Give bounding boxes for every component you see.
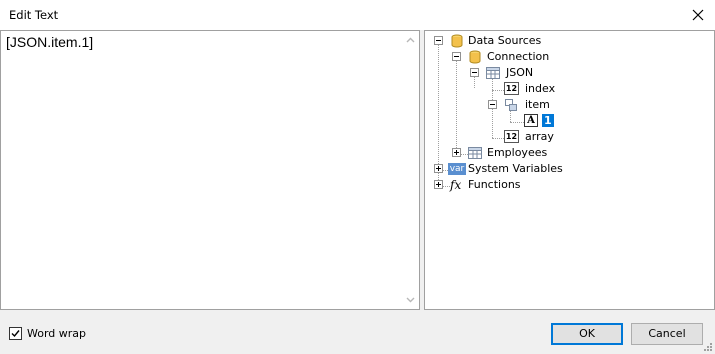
collapse-icon[interactable]: [488, 100, 497, 109]
scroll-up-icon[interactable]: [406, 37, 415, 43]
tree-item-item-1[interactable]: A 1: [425, 113, 625, 129]
scroll-down-icon[interactable]: [406, 297, 415, 303]
tree-item-functions[interactable]: fx Functions: [425, 177, 625, 193]
table-icon: [486, 67, 500, 79]
word-wrap-checkbox[interactable]: [9, 327, 22, 340]
number-field-icon: 12: [504, 82, 519, 95]
close-button[interactable]: [684, 2, 712, 28]
tree-item-label: item: [525, 98, 550, 111]
tree-item-json[interactable]: JSON: [425, 65, 625, 81]
tree-item-index[interactable]: 12 index: [425, 81, 625, 97]
vertical-scrollbar[interactable]: [402, 31, 419, 309]
tree-item-label: Functions: [468, 178, 521, 191]
tree-item-label: Employees: [487, 146, 548, 159]
title-bar: Edit Text: [0, 0, 715, 30]
expand-icon[interactable]: [434, 164, 443, 173]
collapse-icon[interactable]: [470, 68, 479, 77]
tree-item-label-selected: 1: [542, 114, 554, 127]
window-title: Edit Text: [9, 8, 59, 22]
database-icon: [451, 34, 463, 48]
tree-item-data-sources[interactable]: Data Sources: [425, 33, 625, 49]
tree-item-label: index: [525, 82, 556, 95]
expand-icon[interactable]: [434, 180, 443, 189]
tree-item-label: JSON: [506, 66, 534, 79]
string-field-icon: A: [524, 114, 538, 127]
tree-item-system-variables[interactable]: var System Variables: [425, 161, 625, 177]
editor-content[interactable]: [JSON.item.1]: [6, 34, 93, 50]
tree-item-label: array: [525, 130, 554, 143]
tree-item-item[interactable]: item: [425, 97, 625, 113]
number-field-icon: 12: [504, 130, 519, 143]
tree-item-employees[interactable]: Employees: [425, 145, 625, 161]
data-tree[interactable]: Data Sources Connection JSON 12 index it…: [424, 30, 715, 310]
collapse-icon[interactable]: [452, 52, 461, 61]
tree-item-array[interactable]: 12 array: [425, 129, 625, 145]
database-icon: [469, 50, 481, 64]
nested-object-icon: [505, 99, 517, 111]
cancel-button[interactable]: Cancel: [631, 323, 703, 345]
resize-grip-icon[interactable]: [703, 342, 713, 352]
tree-item-connection[interactable]: Connection: [425, 49, 625, 65]
close-icon: [692, 9, 704, 21]
expand-icon[interactable]: [452, 148, 461, 157]
word-wrap-label: Word wrap: [27, 327, 87, 340]
tree-item-label: Data Sources: [468, 34, 542, 47]
tree-item-label: Connection: [487, 50, 550, 63]
text-editor[interactable]: [JSON.item.1]: [0, 30, 420, 310]
variables-icon: var: [448, 163, 466, 175]
collapse-icon[interactable]: [434, 36, 443, 45]
table-icon: [468, 147, 482, 159]
ok-button[interactable]: OK: [551, 323, 623, 345]
tree-item-label: System Variables: [468, 162, 563, 175]
checkmark-icon: [11, 330, 20, 338]
function-icon: fx: [450, 178, 462, 192]
